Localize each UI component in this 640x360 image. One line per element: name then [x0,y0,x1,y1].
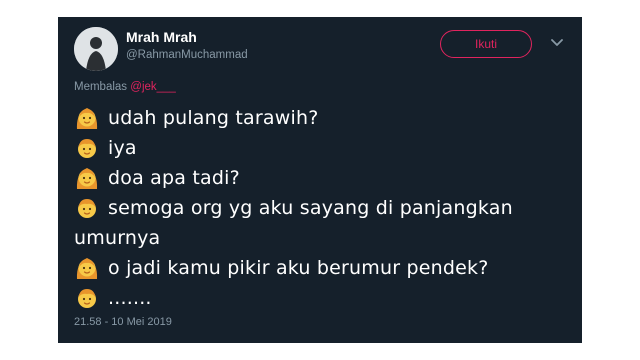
avatar-photo-icon [74,27,118,71]
chat-line-text: doa apa tadi? [108,167,240,189]
avatar[interactable] [74,27,118,71]
tweet-header: Mrah Mrah @RahmanMuchammad Ikuti [74,22,566,74]
chat-line: doa apa tadi? [74,163,570,193]
chat-line-text: semoga org yg aku sayang di panjangkan [108,197,513,219]
boy-emoji-icon [78,289,96,308]
reply-prefix: Membalas [74,81,128,93]
chat-line: udah pulang tarawih? [74,103,570,133]
chat-line-text: udah pulang tarawih? [108,107,319,129]
display-name[interactable]: Mrah Mrah [126,29,197,45]
chat-line-text: iya [108,137,137,159]
chat-line: o jadi kamu pikir aku berumur pendek? [74,253,570,283]
tweet-timestamp[interactable]: 21.58 - 10 Mei 2019 [74,316,172,328]
reply-mention-link[interactable]: @jek___ [130,81,176,93]
chat-line: ....... [74,283,570,313]
chat-line: iya [74,133,570,163]
tweet-text: udah pulang tarawih? iya doa apa tadi? s… [74,103,570,313]
reply-context: Membalas @jek___ [74,81,176,93]
follow-button[interactable]: Ikuti [440,30,532,58]
tweet-card: Mrah Mrah @RahmanMuchammad Ikuti Membala… [58,17,582,343]
chat-line: semoga org yg aku sayang di panjangkan [74,193,570,223]
boy-emoji-icon [78,139,96,158]
user-handle[interactable]: @RahmanMuchammad [126,49,248,61]
girl-emoji-icon [76,108,98,129]
boy-emoji-icon [78,199,96,218]
girl-emoji-icon [76,168,98,189]
chat-line: umurnya [74,223,570,253]
chat-line-text: o jadi kamu pikir aku berumur pendek? [108,257,489,279]
chevron-down-icon[interactable] [550,36,564,50]
girl-emoji-icon [76,258,98,279]
chat-line-text: umurnya [74,227,161,249]
chat-line-text: ....... [108,287,152,309]
